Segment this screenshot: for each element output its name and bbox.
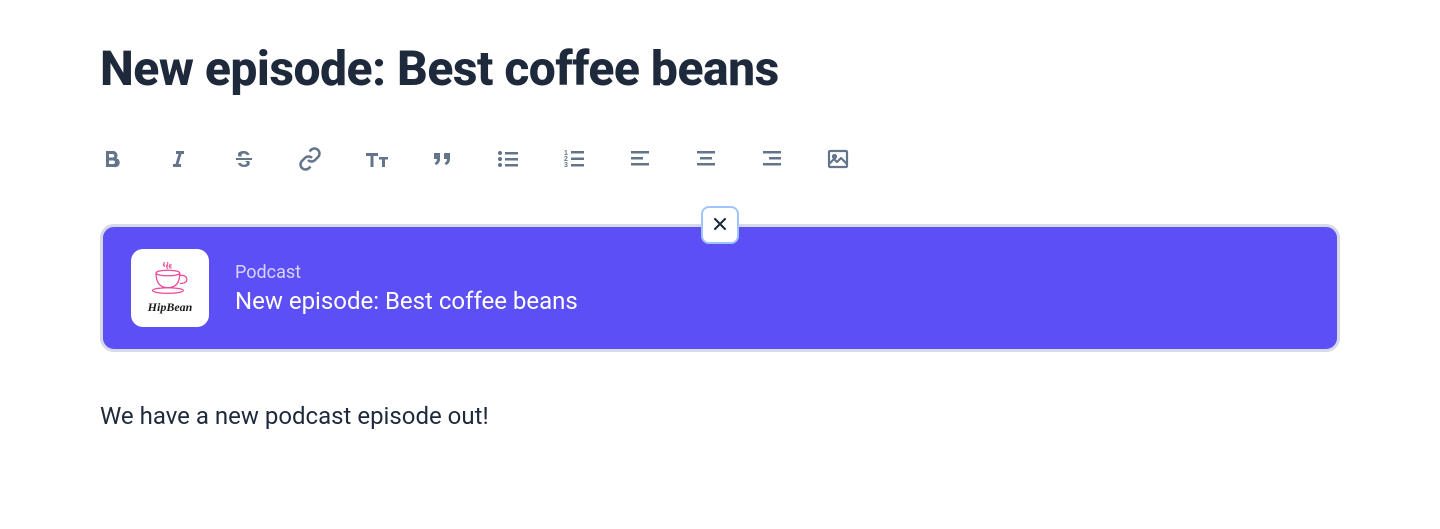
italic-icon: [166, 147, 190, 174]
text-size-icon: [364, 147, 388, 174]
align-center-button[interactable]: [694, 147, 718, 174]
close-icon: [710, 214, 730, 237]
image-button[interactable]: [826, 147, 850, 174]
quote-button[interactable]: [430, 147, 454, 174]
editor-toolbar: 123: [100, 147, 1340, 174]
editor-body-text[interactable]: We have a new podcast episode out!: [100, 402, 1340, 430]
bullet-list-icon: [496, 147, 520, 174]
podcast-category-label: Podcast: [235, 262, 578, 283]
italic-button[interactable]: [166, 147, 190, 174]
align-center-icon: [694, 147, 718, 174]
align-left-icon: [628, 147, 652, 174]
align-right-button[interactable]: [760, 147, 784, 174]
quote-icon: [430, 147, 454, 174]
strikethrough-button[interactable]: [232, 147, 256, 174]
close-embed-button[interactable]: [701, 206, 739, 244]
numbered-list-icon: 123: [562, 147, 586, 174]
strikethrough-icon: [232, 147, 256, 174]
podcast-title-label: New episode: Best coffee beans: [235, 287, 578, 315]
podcast-embed-wrapper: HipBean Podcast New episode: Best coffee…: [100, 224, 1340, 352]
bold-button[interactable]: [100, 147, 124, 174]
svg-text:3: 3: [564, 162, 568, 169]
image-icon: [826, 147, 850, 174]
bold-icon: [100, 147, 124, 174]
link-icon: [298, 147, 322, 174]
numbered-list-button[interactable]: 123: [562, 147, 586, 174]
podcast-brand-label: HipBean: [148, 300, 193, 315]
page-title: New episode: Best coffee beans: [100, 40, 1340, 97]
bullet-list-button[interactable]: [496, 147, 520, 174]
coffee-cup-icon: [149, 262, 191, 298]
podcast-thumbnail: HipBean: [131, 249, 209, 327]
align-right-icon: [760, 147, 784, 174]
podcast-embed-text: Podcast New episode: Best coffee beans: [235, 262, 578, 315]
text-size-button[interactable]: [364, 147, 388, 174]
align-left-button[interactable]: [628, 147, 652, 174]
link-button[interactable]: [298, 147, 322, 174]
